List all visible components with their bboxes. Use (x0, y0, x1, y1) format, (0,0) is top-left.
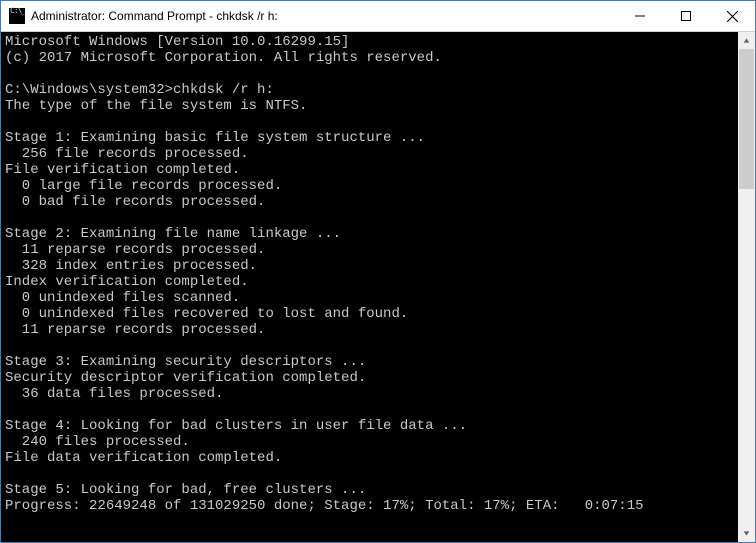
scroll-up-button[interactable] (738, 32, 755, 49)
scrollbar[interactable] (738, 32, 755, 542)
terminal-output[interactable]: Microsoft Windows [Version 10.0.16299.15… (1, 32, 738, 542)
minimize-button[interactable] (617, 1, 663, 31)
command-prompt-window: Administrator: Command Prompt - chkdsk /… (0, 0, 756, 543)
maximize-button[interactable] (663, 1, 709, 31)
terminal-area: Microsoft Windows [Version 10.0.16299.15… (1, 32, 755, 542)
scroll-thumb[interactable] (739, 49, 754, 189)
window-controls (617, 1, 755, 31)
window-title: Administrator: Command Prompt - chkdsk /… (31, 9, 617, 23)
cmd-icon (9, 8, 25, 24)
scroll-track[interactable] (738, 49, 755, 525)
scroll-down-button[interactable] (738, 525, 755, 542)
titlebar[interactable]: Administrator: Command Prompt - chkdsk /… (1, 1, 755, 32)
close-button[interactable] (709, 1, 755, 31)
